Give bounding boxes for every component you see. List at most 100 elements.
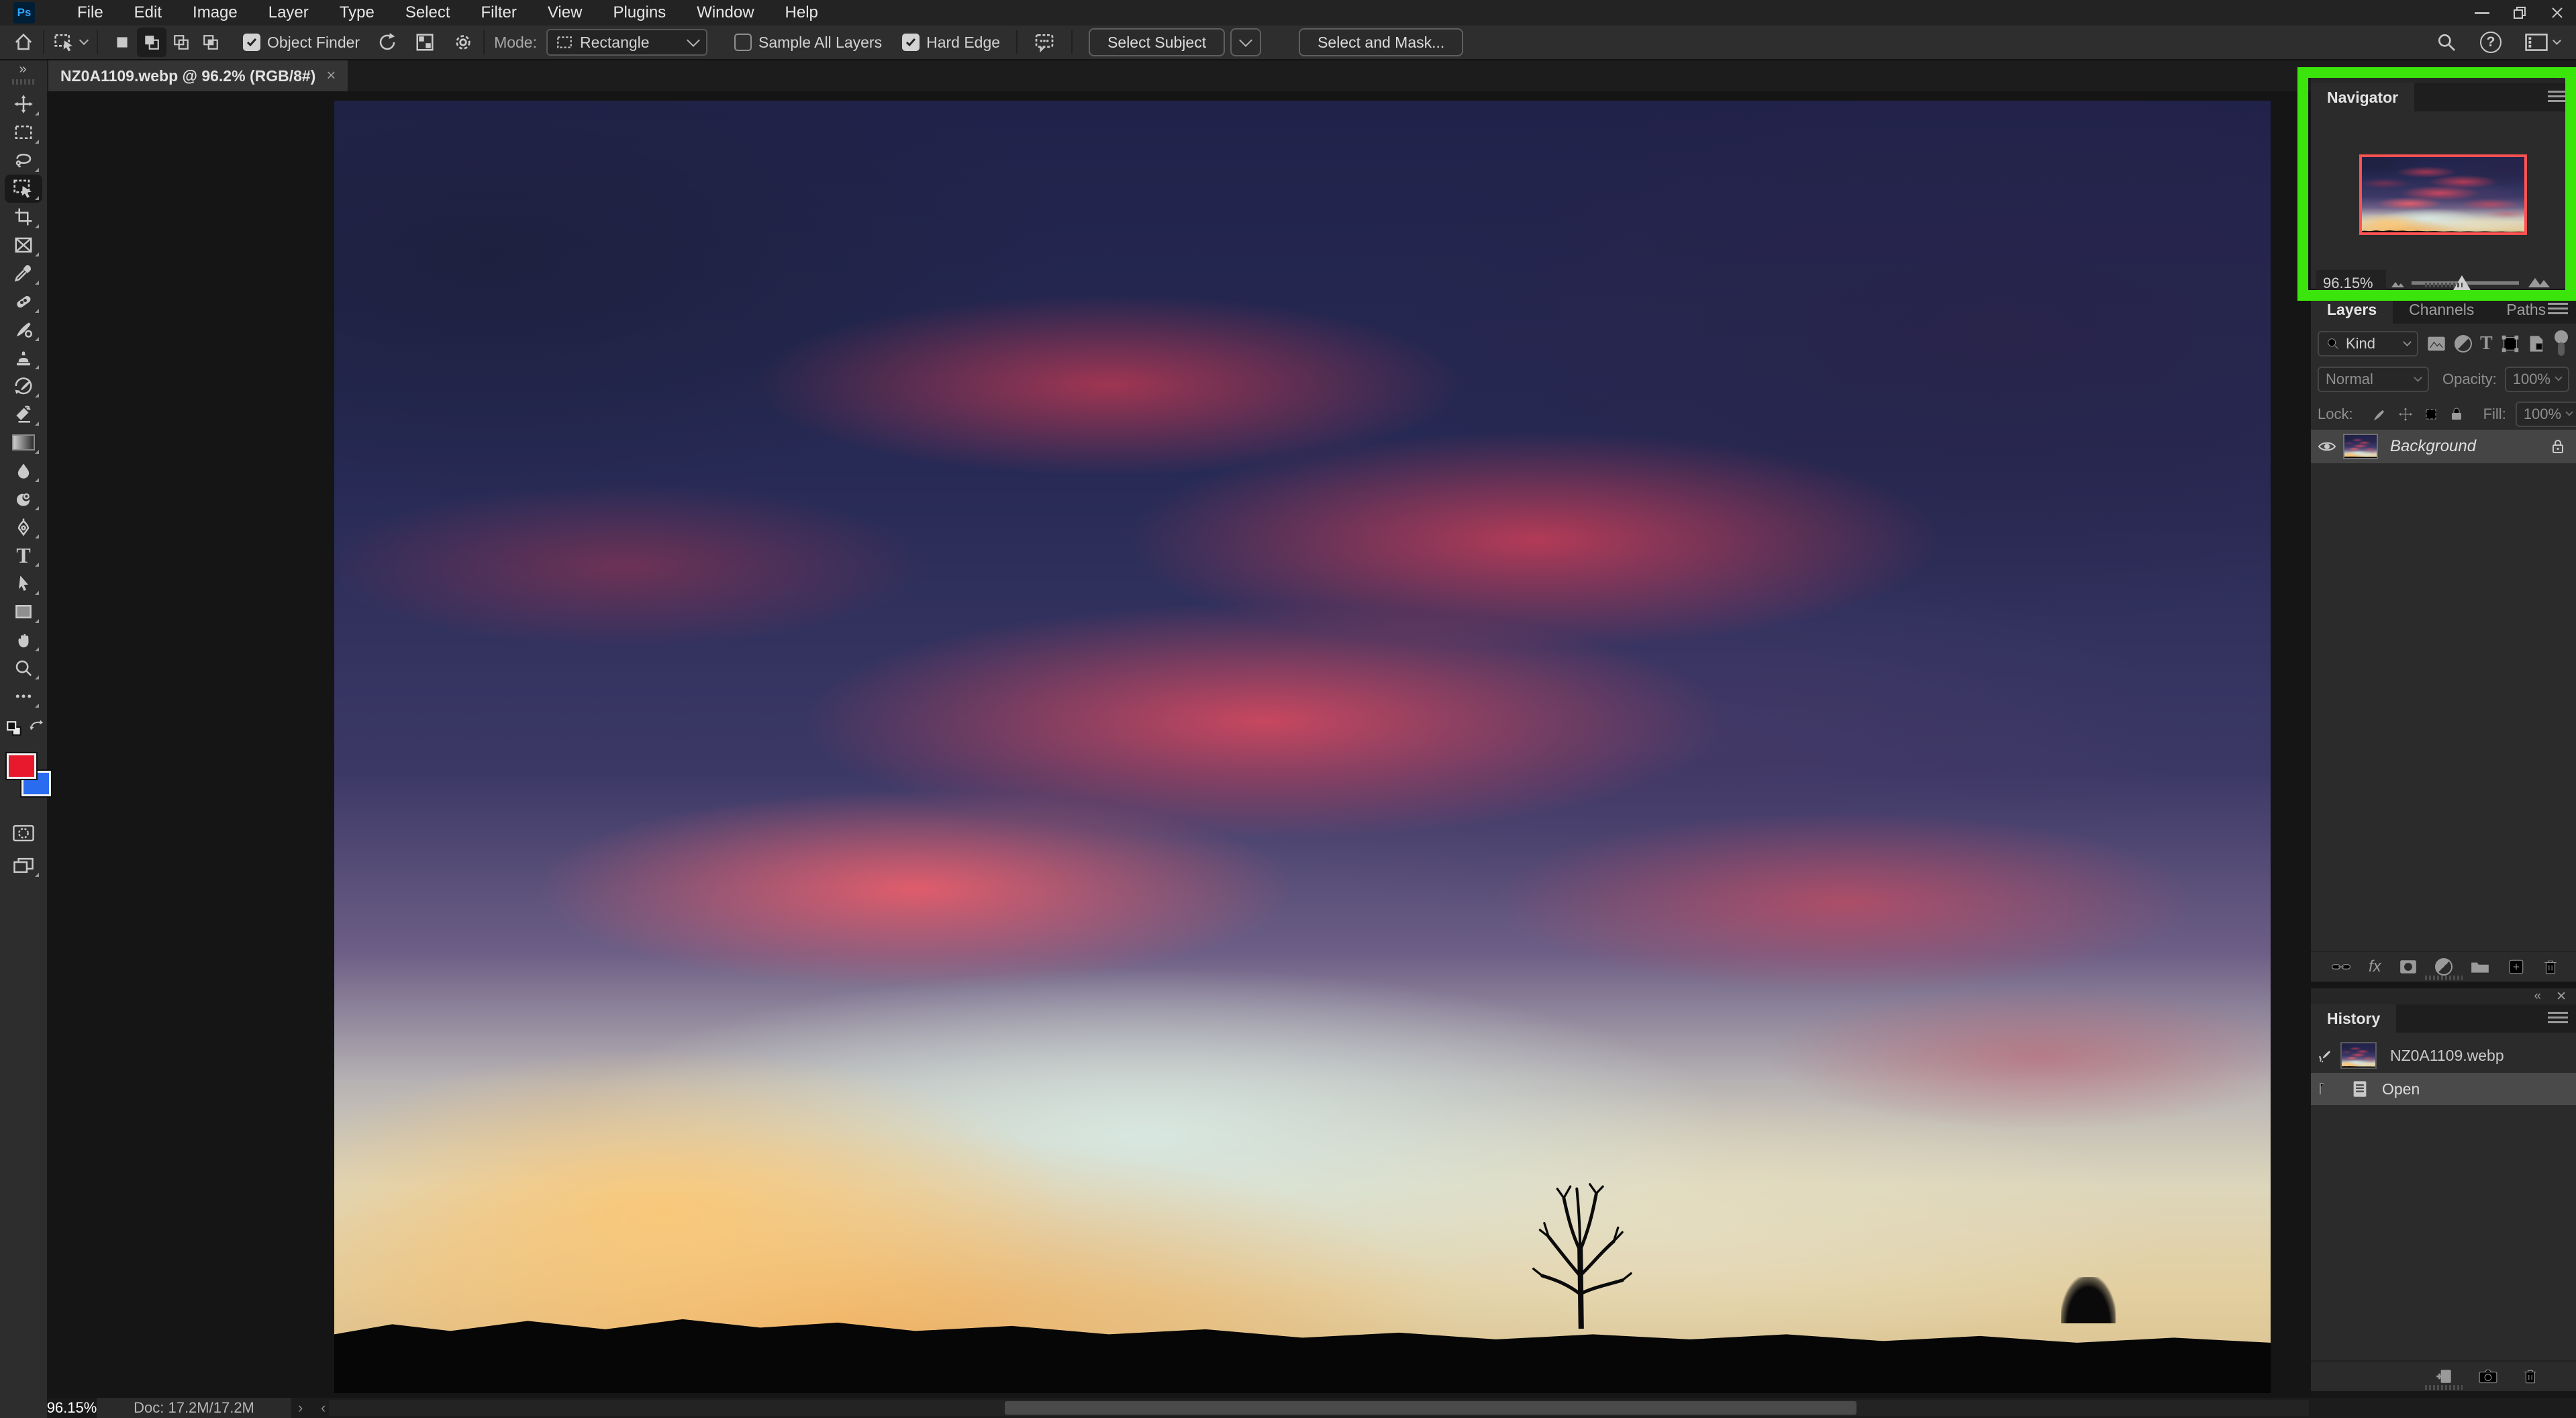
close-icon[interactable] [2538, 0, 2576, 26]
filter-image-icon[interactable] [2426, 335, 2446, 352]
quick-mask-icon[interactable] [5, 819, 42, 847]
new-adjustment-layer-icon[interactable] [2435, 958, 2453, 976]
foreground-color-chip[interactable] [7, 753, 36, 779]
horizontal-scrollbar-thumb[interactable] [1005, 1401, 1856, 1415]
menu-file[interactable]: File [62, 0, 119, 26]
horizontal-scrollbar[interactable] [329, 1400, 2309, 1416]
tool-preset-badge[interactable] [54, 32, 87, 53]
mode-dropdown[interactable]: Rectangle [546, 29, 707, 56]
panel-resize-grip[interactable] [2425, 283, 2463, 287]
navigator-zoom-field[interactable]: 96.15% [2316, 270, 2386, 297]
menu-window[interactable]: Window [681, 0, 769, 26]
sample-all-layers-checkbox[interactable]: Sample All Layers [734, 34, 882, 52]
menu-select[interactable]: Select [390, 0, 466, 26]
close-panel-icon[interactable]: ✕ [2556, 989, 2567, 1004]
fill-field[interactable]: 100% [2516, 401, 2576, 427]
blend-mode-dropdown[interactable]: Normal [2318, 367, 2429, 392]
status-expand-icon[interactable]: › [298, 1398, 303, 1418]
history-brush-tool[interactable] [5, 372, 42, 400]
tab-channels[interactable]: Channels [2393, 295, 2490, 324]
panel-resize-grip[interactable] [2425, 976, 2463, 980]
default-colors-icon[interactable] [5, 720, 23, 737]
rectangular-marquee-tool[interactable] [5, 118, 42, 146]
subtract-selection-icon[interactable] [166, 28, 196, 57]
canvas-image[interactable] [334, 101, 2271, 1393]
feedback-icon[interactable] [1034, 32, 1055, 53]
menu-image[interactable]: Image [177, 0, 253, 26]
delete-state-icon[interactable] [2522, 1368, 2538, 1385]
new-group-icon[interactable] [2470, 959, 2490, 975]
menu-view[interactable]: View [532, 0, 598, 26]
history-step-open[interactable]: Open [2311, 1073, 2576, 1105]
lock-pixels-icon[interactable] [2372, 406, 2388, 422]
object-selection-tool[interactable] [5, 175, 42, 203]
healing-brush-tool[interactable] [5, 287, 42, 316]
new-layer-icon[interactable] [2508, 958, 2525, 976]
link-layers-icon[interactable] [2331, 959, 2351, 975]
path-selection-tool[interactable] [5, 569, 42, 598]
close-panel-icon[interactable]: ✕ [2556, 68, 2567, 83]
minimize-icon[interactable] [2463, 0, 2501, 26]
eraser-tool[interactable] [5, 400, 42, 428]
toolbar-expand-icon[interactable]: » [0, 60, 47, 78]
screen-mode-icon[interactable] [5, 851, 42, 880]
add-selection-icon[interactable] [137, 28, 166, 57]
lock-all-icon[interactable] [2448, 406, 2465, 422]
menu-type[interactable]: Type [324, 0, 390, 26]
tab-layers[interactable]: Layers [2311, 295, 2393, 324]
clone-stamp-tool[interactable] [5, 344, 42, 372]
home-icon[interactable] [13, 32, 34, 52]
history-state-well[interactable] [2311, 1082, 2340, 1096]
select-and-mask-button[interactable]: Select and Mask... [1299, 28, 1463, 56]
panel-resize-grip[interactable] [2425, 1385, 2463, 1390]
frame-tool[interactable] [5, 231, 42, 259]
tab-close-icon[interactable]: × [326, 66, 336, 85]
dodge-tool[interactable] [5, 485, 42, 513]
filter-smart-object-icon[interactable] [2528, 334, 2545, 353]
rectangle-tool[interactable] [5, 598, 42, 626]
move-tool[interactable] [5, 90, 42, 118]
layer-row-background[interactable]: Background [2311, 430, 2576, 463]
filter-shape-icon[interactable] [2501, 334, 2520, 353]
tab-navigator[interactable]: Navigator [2311, 83, 2414, 111]
hard-edge-checkbox[interactable]: Hard Edge [902, 34, 1000, 52]
layer-effects-icon[interactable]: fx [2369, 957, 2381, 976]
filter-adjustment-icon[interactable] [2455, 335, 2472, 352]
refresh-icon[interactable] [377, 32, 397, 52]
object-finder-checkbox[interactable]: Object Finder [243, 34, 360, 52]
new-selection-icon[interactable] [107, 28, 137, 57]
status-doc-info[interactable]: Doc: 17.2M/17.2M [97, 1398, 291, 1418]
menu-plugins[interactable]: Plugins [597, 0, 681, 26]
zoom-tool[interactable] [5, 654, 42, 682]
new-snapshot-camera-icon[interactable] [2478, 1368, 2498, 1385]
gradient-tool[interactable] [5, 428, 42, 457]
select-subject-button[interactable]: Select Subject [1089, 28, 1225, 56]
gear-icon[interactable] [452, 32, 474, 53]
zoom-out-mountains-icon[interactable] [2390, 275, 2408, 289]
more-tools-icon[interactable] [5, 682, 42, 710]
history-source-row[interactable]: NZ0A1109.webp [2311, 1038, 2576, 1073]
status-collapse-icon[interactable]: ‹ [321, 1398, 326, 1418]
lock-position-icon[interactable] [2397, 406, 2414, 422]
status-zoom-field[interactable]: 96.15% [47, 1398, 97, 1418]
panel-menu-icon[interactable] [2548, 303, 2568, 316]
search-icon[interactable] [2436, 32, 2457, 53]
lasso-tool[interactable] [5, 146, 42, 175]
layer-name[interactable]: Background [2390, 437, 2476, 456]
layer-visibility-toggle[interactable] [2311, 440, 2343, 453]
toolbar-grip[interactable] [12, 79, 35, 85]
collapse-panel-icon[interactable]: « [2534, 989, 2542, 1004]
crop-tool[interactable] [5, 203, 42, 231]
hand-tool[interactable] [5, 626, 42, 654]
panel-menu-icon[interactable] [2548, 1012, 2568, 1025]
zoom-in-mountains-icon[interactable] [2527, 271, 2551, 289]
brush-tool[interactable] [5, 316, 42, 344]
pen-tool[interactable] [5, 513, 42, 541]
add-layer-mask-icon[interactable] [2399, 959, 2418, 975]
select-subject-dropdown[interactable] [1230, 28, 1261, 56]
panel-menu-icon[interactable] [2548, 91, 2568, 104]
history-brush-source-icon[interactable] [2311, 1047, 2340, 1064]
filter-type-icon[interactable]: T [2480, 333, 2493, 354]
navigator-proxy-view[interactable] [2359, 154, 2527, 235]
menu-help[interactable]: Help [770, 0, 834, 26]
